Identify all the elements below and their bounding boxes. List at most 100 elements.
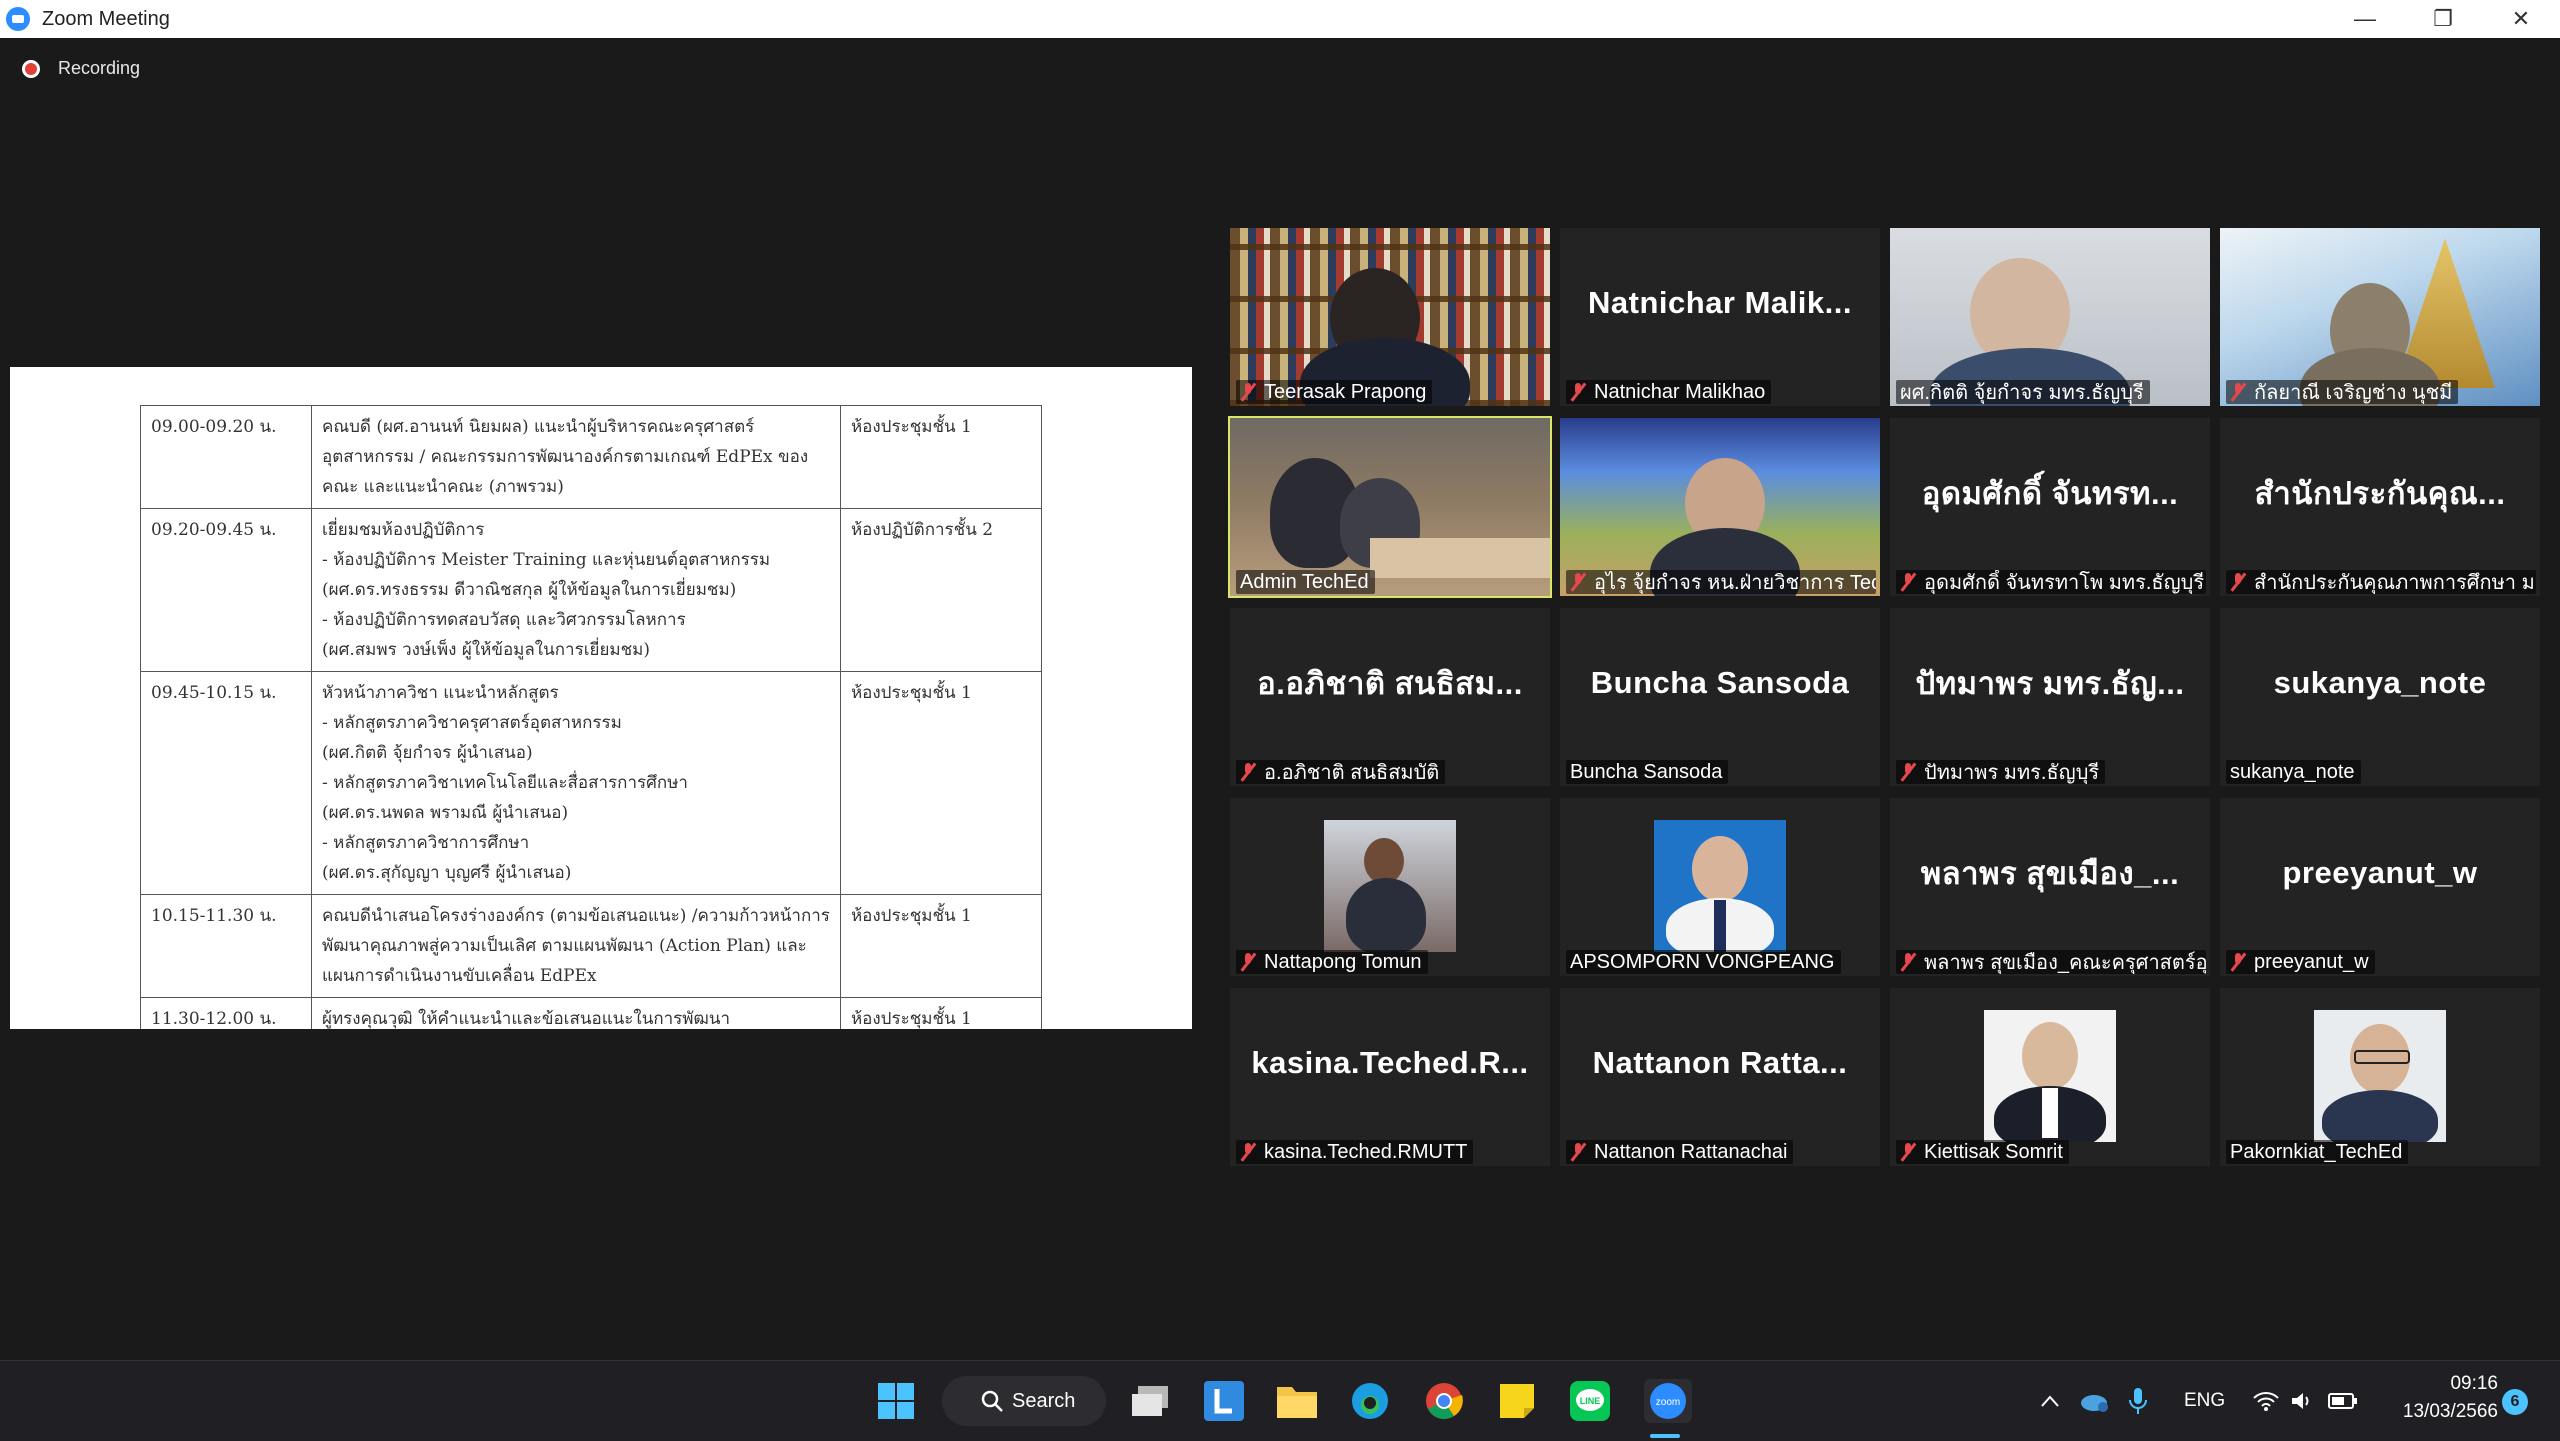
participant-tile[interactable]: อุไร จุ้ยกำจร หน.ฝ่ายวิชาการ Tec... bbox=[1560, 418, 1880, 596]
clock-date[interactable]: 13/03/2566 bbox=[2384, 1401, 2498, 1423]
schedule-time: 09.45-10.15 น. bbox=[140, 671, 312, 895]
participant-tile[interactable]: Nattapong Tomun bbox=[1230, 798, 1550, 976]
participant-name-large: Buncha Sansoda bbox=[1590, 665, 1850, 700]
participant-tile[interactable]: อุดมศักดิ์ จันทรท... อุดมศักดิ์ จันทรทาโพ… bbox=[1890, 418, 2210, 596]
clock-time[interactable]: 09:16 bbox=[2398, 1373, 2498, 1395]
table-figure bbox=[1370, 538, 1550, 578]
schedule-activity: ผู้ทรงคุณวุฒิ ให้คำแนะนำและข้อเสนอแนะในก… bbox=[311, 997, 841, 1029]
participant-tile[interactable]: สำนักประกันคุณ... สำนักประกันคุณภาพการศึก… bbox=[2220, 418, 2540, 596]
participant-label: Pakornkiat_TechEd bbox=[2226, 1140, 2409, 1164]
schedule-activity: หัวหน้าภาควิชา แนะนำหลักสูตร - หลักสูตรภา… bbox=[311, 671, 841, 895]
participant-tile[interactable]: Pakornkiat_TechEd bbox=[2220, 988, 2540, 1166]
muted-mic-icon bbox=[1570, 1142, 1587, 1162]
close-button[interactable]: ✕ bbox=[2482, 0, 2560, 38]
profile-photo bbox=[2314, 1010, 2446, 1142]
activity-line: - ห้องปฏิบัติการทดสอบวัสดุ และวิศวกรรมโล… bbox=[322, 610, 686, 630]
activity-line: (ผศ.กิตติ จุ้ยกำจร ผู้นำเสนอ) bbox=[322, 743, 533, 763]
schedule-row: 09.45-10.15 น. หัวหน้าภาควิชา แนะนำหลักสู… bbox=[140, 671, 1042, 895]
muted-mic-icon bbox=[1900, 762, 1917, 782]
minimize-button[interactable]: — bbox=[2326, 0, 2404, 38]
participant-name: อ.อภิชาติ สนธิสมบัติ bbox=[1264, 762, 1440, 784]
participant-name: Admin TechEd bbox=[1240, 570, 1369, 593]
restore-button[interactable]: ❐ bbox=[2404, 0, 2482, 38]
start-button[interactable] bbox=[876, 1379, 916, 1423]
activity-line: คณบดีนำเสนอโครงร่างองค์กร (ตามข้อเสนอแนะ… bbox=[322, 906, 830, 926]
microphone-button[interactable] bbox=[2128, 1379, 2148, 1423]
participant-name: ปัทมาพร มทร.ธัญบุรี bbox=[1924, 762, 2100, 784]
recording-label: Recording bbox=[58, 58, 141, 78]
taskbar-app-l[interactable] bbox=[1204, 1379, 1244, 1423]
participant-name-large: kasina.Teched.R... bbox=[1251, 1045, 1529, 1080]
onedrive-button[interactable] bbox=[2078, 1379, 2110, 1423]
battery-button[interactable] bbox=[2328, 1379, 2358, 1423]
muted-mic-icon bbox=[1240, 1142, 1257, 1162]
participant-name-large: สำนักประกันคุณ... bbox=[2254, 476, 2506, 511]
participant-tile[interactable]: kasina.Teched.R... kasina.Teched.RMUTT bbox=[1230, 988, 1550, 1166]
participant-tile[interactable]: Buncha Sansoda Buncha Sansoda bbox=[1560, 608, 1880, 786]
shared-screen[interactable]: 09.00-09.20 น. คณบดี (ผศ.อานนท์ นิยมผล) แ… bbox=[10, 367, 1192, 1029]
activity-line: คณะ และแนะนำคณะ (ภาพรวม) bbox=[322, 477, 564, 497]
show-hidden-icons[interactable] bbox=[2040, 1379, 2060, 1423]
taskbar-line[interactable]: LINE bbox=[1570, 1379, 1610, 1423]
sticky-notes-icon bbox=[1500, 1384, 1534, 1418]
activity-line: คณบดี (ผศ.อานนท์ นิยมผล) แนะนำผู้บริหารค… bbox=[322, 417, 755, 437]
notification-badge[interactable]: 6 bbox=[2502, 1389, 2528, 1415]
participant-tile[interactable]: ปัทมาพร มทร.ธัญ... ปัทมาพร มทร.ธัญบุรี bbox=[1890, 608, 2210, 786]
profile-photo bbox=[1654, 820, 1786, 952]
participant-label: กัลยาณี เจริญช่าง นุชมี bbox=[2226, 380, 2459, 404]
microphone-icon bbox=[2129, 1388, 2147, 1414]
taskbar-edge[interactable] bbox=[1350, 1379, 1390, 1423]
task-view-button[interactable] bbox=[1130, 1379, 1170, 1423]
muted-mic-icon bbox=[1570, 382, 1587, 402]
activity-line: อุตสาหกรรม / คณะกรรมการพัฒนาองค์กรตามเกณ… bbox=[322, 447, 809, 467]
speaker-icon bbox=[2292, 1393, 2309, 1409]
network-button[interactable] bbox=[2252, 1379, 2280, 1423]
schedule-row: 10.15-11.30 น. คณบดีนำเสนอโครงร่างองค์กร … bbox=[140, 894, 1042, 998]
schedule-time: 09.20-09.45 น. bbox=[140, 508, 312, 672]
activity-line: เยี่ยมชมห้องปฏิบัติการ bbox=[322, 520, 485, 540]
taskbar-sticky-notes[interactable] bbox=[1498, 1379, 1536, 1423]
taskbar-file-explorer[interactable] bbox=[1276, 1379, 1318, 1423]
folder-icon bbox=[1277, 1387, 1317, 1418]
participant-name-large: อุดมศักดิ์ จันทรท... bbox=[1921, 476, 2179, 511]
participant-tile[interactable]: กัลยาณี เจริญช่าง นุชมี bbox=[2220, 228, 2540, 406]
svg-text:zoom: zoom bbox=[1656, 1397, 1680, 1408]
activity-line: (ผศ.สมพร วงษ์เพ็ง ผู้ให้ข้อมูลในการเยี่ย… bbox=[322, 640, 651, 660]
taskbar-chrome[interactable] bbox=[1424, 1379, 1464, 1423]
participant-label: Nattanon Rattanachai bbox=[1566, 1140, 1794, 1164]
participant-tile[interactable]: APSOMPORN VONGPEANG bbox=[1560, 798, 1880, 976]
activity-line: พัฒนาคุณภาพสู่ความเป็นเลิศ ตามแผนพัฒนา (… bbox=[322, 936, 807, 956]
schedule-time: 11.30-12.00 น. bbox=[140, 997, 312, 1029]
participant-name: Pakornkiat_TechEd bbox=[2230, 1140, 2403, 1163]
participant-name: kasina.Teched.RMUTT bbox=[1264, 1140, 1468, 1163]
participant-tile[interactable]: Admin TechEd bbox=[1228, 416, 1552, 598]
schedule-activity: คณบดี (ผศ.อานนท์ นิยมผล) แนะนำผู้บริหารค… bbox=[311, 405, 841, 509]
participant-tile[interactable]: Kiettisak Somrit bbox=[1890, 988, 2210, 1166]
participant-tile[interactable]: Natnichar Malik... Natnichar Malikhao bbox=[1560, 228, 1880, 406]
participant-name: Nattanon Rattanachai bbox=[1594, 1140, 1788, 1163]
participant-label: APSOMPORN VONGPEANG bbox=[1566, 950, 1841, 974]
participant-tile[interactable]: พลาพร สุขเมือง_... พลาพร สุขเมือง_คณะครุศ… bbox=[1890, 798, 2210, 976]
language-indicator[interactable]: ENG bbox=[2184, 1390, 2225, 1412]
taskbar-zoom[interactable]: zoom bbox=[1644, 1379, 1692, 1423]
participant-name: preeyanut_w bbox=[2254, 950, 2369, 973]
muted-mic-icon bbox=[1240, 952, 1257, 972]
profile-photo bbox=[1984, 1010, 2116, 1142]
participant-tile[interactable]: Teerasak Prapong bbox=[1230, 228, 1550, 406]
participant-label: Teerasak Prapong bbox=[1236, 380, 1433, 404]
schedule-room: ห้องปฏิบัติการชั้น 2 bbox=[839, 508, 1042, 672]
participant-tile[interactable]: Nattanon Ratta... Nattanon Rattanachai bbox=[1560, 988, 1880, 1166]
participant-tile[interactable]: ผศ.กิตติ จุ้ยกำจร มทร.ธัญบุรี bbox=[1890, 228, 2210, 406]
taskbar-search[interactable]: Search bbox=[942, 1376, 1106, 1426]
recording-indicator[interactable]: Recording bbox=[22, 58, 140, 79]
volume-button[interactable] bbox=[2290, 1379, 2314, 1423]
participant-name: อุไร จุ้ยกำจร หน.ฝ่ายวิชาการ Tec... bbox=[1594, 572, 1876, 594]
activity-line: - หลักสูตรภาควิชาการศึกษา bbox=[322, 833, 530, 853]
chrome-icon bbox=[1426, 1383, 1463, 1419]
participant-name: Nattapong Tomun bbox=[1264, 950, 1422, 973]
participant-tile[interactable]: อ.อภิชาติ สนธิสม... อ.อภิชาติ สนธิสมบัติ bbox=[1230, 608, 1550, 786]
muted-mic-icon bbox=[1900, 952, 1917, 972]
participant-name-large: พลาพร สุขเมือง_... bbox=[1920, 856, 2180, 891]
participant-tile[interactable]: preeyanut_w preeyanut_w bbox=[2220, 798, 2540, 976]
participant-tile[interactable]: sukanya_note sukanya_note bbox=[2220, 608, 2540, 786]
